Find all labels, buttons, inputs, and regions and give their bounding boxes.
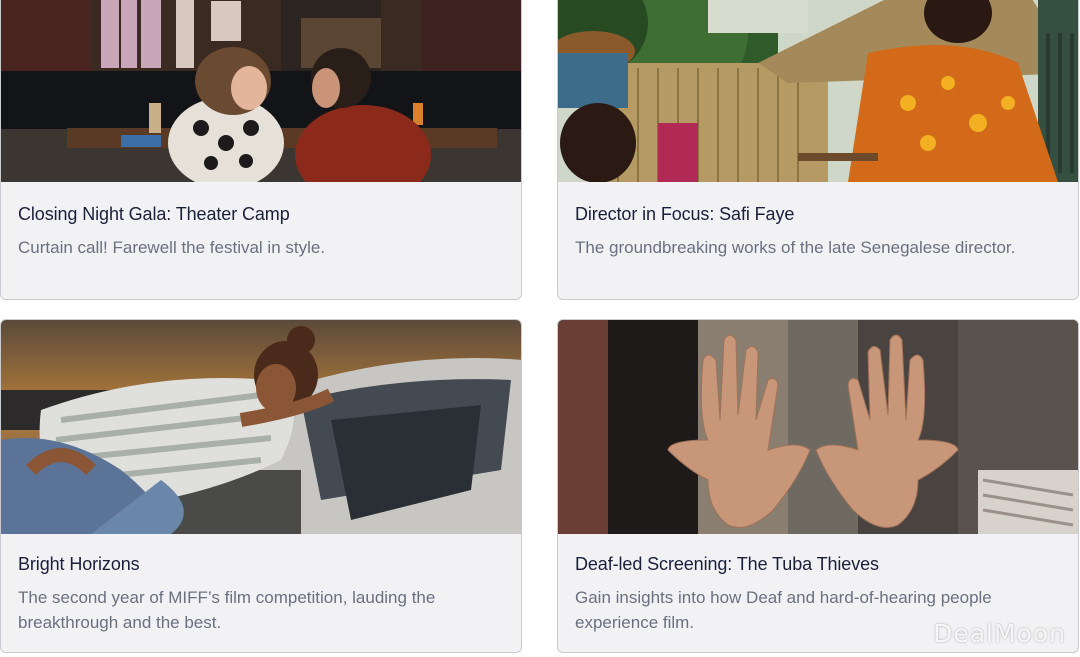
event-grid: Closing Night Gala: Theater Camp Curtain… [0, 0, 1080, 657]
event-image-bright-horizons[interactable] [1, 320, 521, 534]
event-card-theater-camp[interactable]: Closing Night Gala: Theater Camp Curtain… [0, 0, 522, 300]
watermark-logo: DealMoon [933, 619, 1066, 648]
event-description: Curtain call! Farewell the festival in s… [18, 238, 326, 257]
event-card-bright-horizons[interactable]: Bright Horizons The second year of MIFF’… [0, 319, 522, 653]
event-image-tuba-thieves[interactable] [558, 320, 1078, 534]
event-description: The groundbreaking works of the late Sen… [575, 238, 1016, 257]
event-title[interactable]: Closing Night Gala: Theater Camp [18, 203, 504, 225]
event-title[interactable]: Bright Horizons [18, 553, 504, 575]
event-card-tuba-thieves[interactable]: Deaf-led Screening: The Tuba Thieves Gai… [557, 319, 1079, 653]
event-image-safi-faye[interactable] [558, 0, 1078, 182]
event-card-safi-faye[interactable]: Director in Focus: Safi Faye The groundb… [557, 0, 1079, 300]
event-title[interactable]: Director in Focus: Safi Faye [575, 203, 1061, 225]
event-image-theater-camp[interactable] [1, 0, 521, 182]
event-title[interactable]: Deaf-led Screening: The Tuba Thieves [575, 553, 1061, 575]
event-description: The second year of MIFF’s film competiti… [18, 588, 436, 632]
